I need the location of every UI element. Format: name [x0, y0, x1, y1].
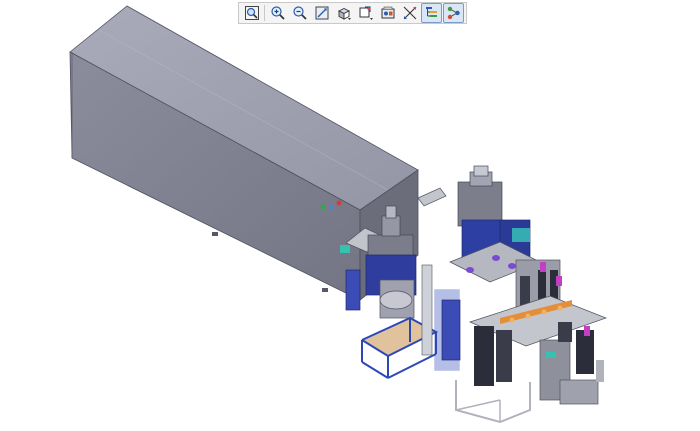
fit-all-button[interactable]: [241, 3, 262, 23]
zoom-out-button[interactable]: [289, 3, 310, 23]
3d-viewport[interactable]: [0, 0, 700, 427]
render-style-button[interactable]: [355, 3, 376, 23]
normal-view-icon: [315, 6, 328, 20]
swap-visible-icon: [403, 6, 416, 20]
hide-show-icon: [381, 6, 394, 19]
hide-show-button[interactable]: [377, 3, 398, 23]
cad-model-render[interactable]: [0, 0, 700, 427]
processing-station-right[interactable]: [455, 259, 608, 424]
zoom-in-button[interactable]: [267, 3, 288, 23]
iso-view-icon: [337, 7, 351, 20]
render-style-icon: [359, 6, 373, 20]
toolbar-separator: [264, 5, 265, 21]
tree-icon: [425, 7, 437, 17]
fit-all-icon: [244, 6, 259, 20]
normal-view-button[interactable]: [311, 3, 332, 23]
swap-visible-space-button[interactable]: [399, 3, 420, 23]
zoom-in-icon: [270, 6, 285, 20]
compass-button[interactable]: [443, 3, 464, 23]
view-toolbar: [238, 2, 467, 24]
view-orientation-button[interactable]: [333, 3, 354, 23]
specification-tree-button[interactable]: [421, 3, 442, 23]
compass-icon: [447, 6, 460, 20]
zoom-out-icon: [292, 6, 307, 20]
